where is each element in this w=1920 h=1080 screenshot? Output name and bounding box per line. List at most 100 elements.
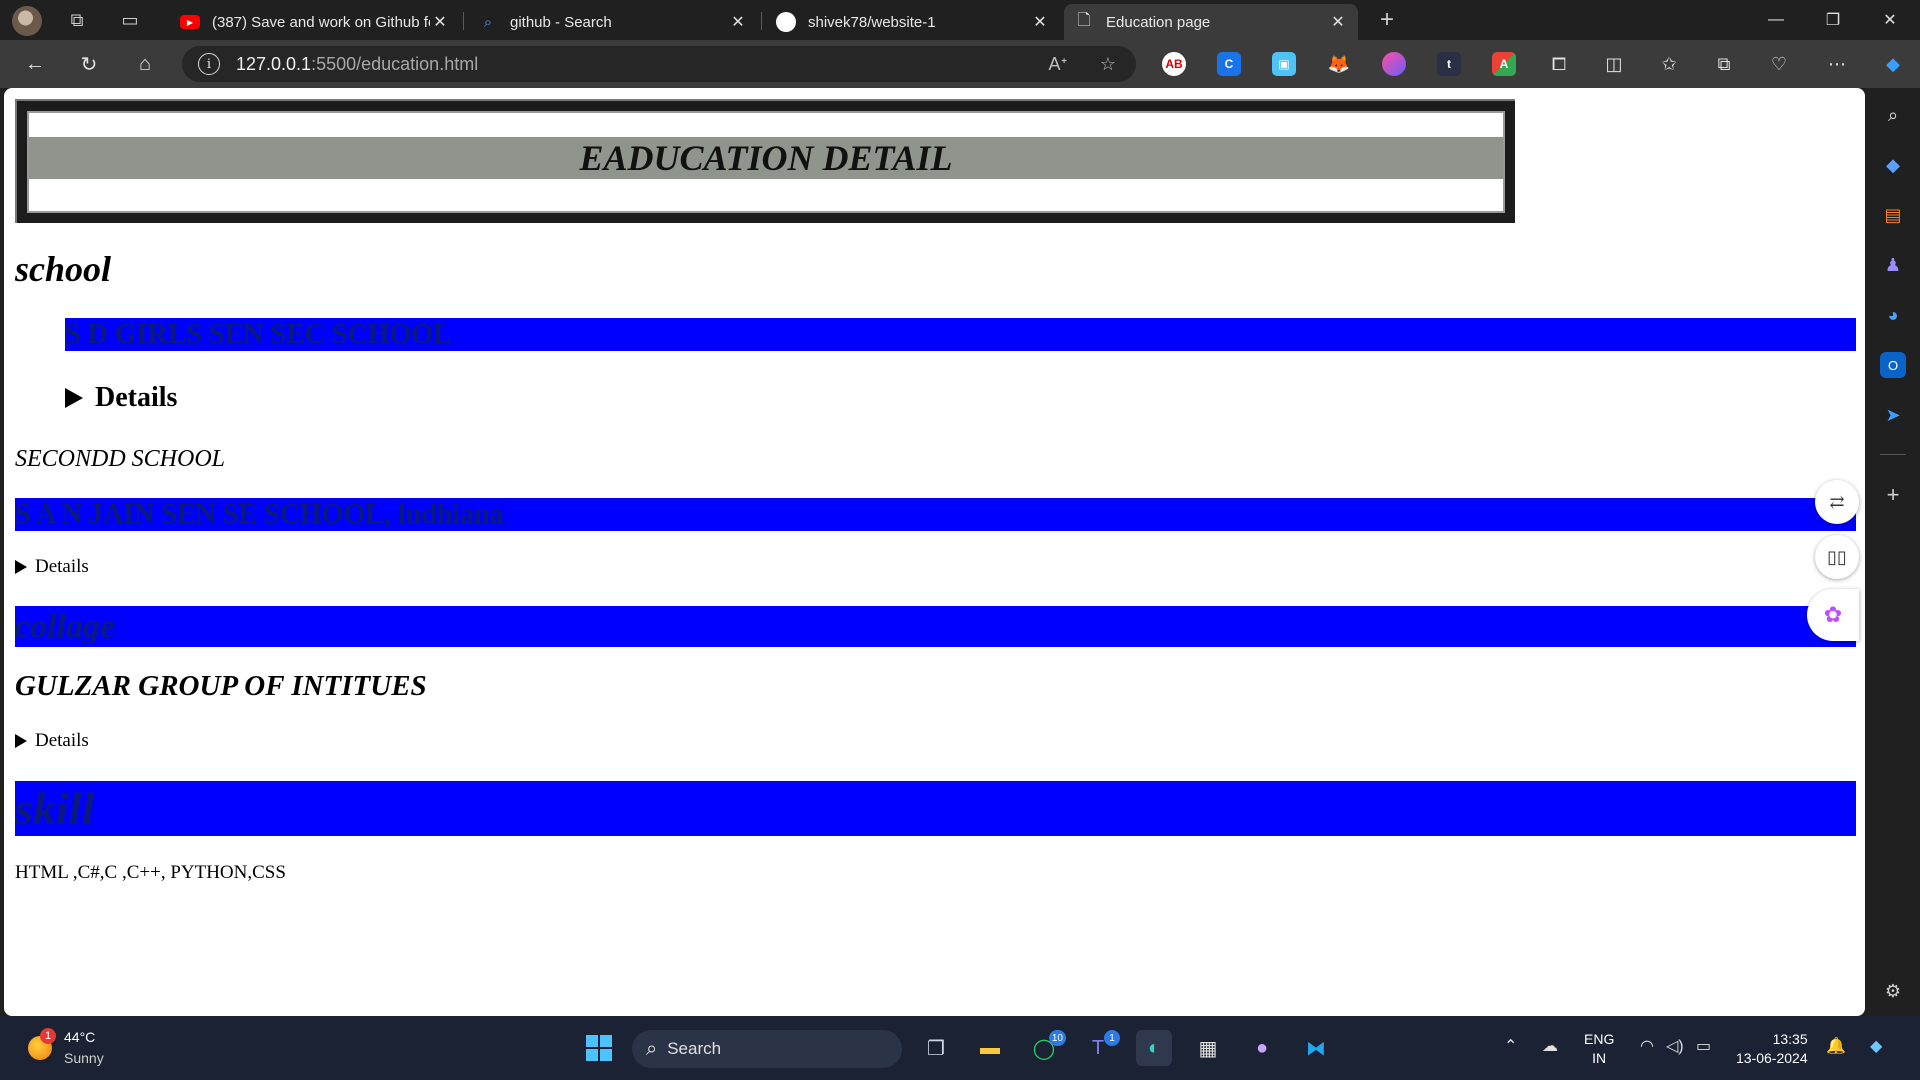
sidebar-outlook-icon[interactable]: O (1880, 352, 1906, 378)
translate-page-icon[interactable]: ⇄ (1815, 480, 1859, 524)
school-name-bar: S D GIRLS SEN SEC SCHOOL (65, 318, 1856, 351)
page-title: EADUCATION DETAIL (579, 138, 953, 178)
sidebar-games-icon[interactable]: ♟ (1880, 252, 1906, 278)
brain-assistant-icon[interactable]: ✿ (1807, 589, 1859, 641)
start-button[interactable] (581, 1030, 617, 1066)
split-screen-icon[interactable]: ◫ (1597, 48, 1631, 80)
translate-extension-icon[interactable]: A (1492, 52, 1516, 76)
github-desktop-icon[interactable]: ● (1244, 1030, 1280, 1066)
details-toggle-school[interactable]: Details (65, 382, 177, 414)
weather-temperature[interactable]: 44°C (64, 1029, 95, 1045)
teams-badge: 1 (1104, 1030, 1120, 1046)
address-bar[interactable]: i 127.0.0.1:5500/education.html (182, 46, 1136, 82)
favorites-icon[interactable]: ✩ (1652, 48, 1686, 80)
details-label: Details (35, 730, 89, 751)
details-toggle-college[interactable]: Details (15, 730, 89, 752)
screenshot-extension-icon[interactable]: ▣ (1272, 52, 1296, 76)
back-icon[interactable]: ← (18, 48, 52, 80)
sidebar-tools-icon[interactable]: ▤ (1880, 202, 1906, 228)
teams-icon[interactable]: T1 (1080, 1030, 1120, 1066)
tab-github-search[interactable]: ⌕ github - Search ✕ (468, 4, 758, 40)
taskbar-search[interactable]: ⌕ Search (632, 1030, 902, 1068)
show-hidden-icons[interactable]: ⌃ (1504, 1036, 1517, 1056)
close-icon[interactable]: ✕ (1030, 12, 1050, 32)
sidebar-shopping-icon[interactable]: ◆ (1880, 152, 1906, 178)
title-banner: EADUCATION DETAIL (15, 99, 1515, 223)
close-icon[interactable]: ✕ (1328, 12, 1348, 32)
restore-icon[interactable]: ❐ (1805, 0, 1861, 40)
weather-badge: 1 (40, 1028, 56, 1044)
sidebar-search-icon[interactable]: ⌕ (1880, 102, 1906, 128)
favorite-star-icon[interactable]: ☆ (1092, 48, 1124, 80)
whatsapp-icon[interactable]: ◯ 10 (1026, 1030, 1066, 1066)
extensions-puzzle-icon[interactable]: ⧠ (1542, 48, 1576, 80)
close-icon[interactable]: ✕ (430, 12, 450, 32)
edge-icon[interactable]: ◐ (1136, 1030, 1172, 1066)
site-info-icon[interactable]: i (198, 53, 220, 75)
brain-extension-icon[interactable] (1382, 52, 1406, 76)
adblock-extension-icon[interactable]: AB (1162, 52, 1186, 76)
onedrive-icon[interactable]: ☁ (1542, 1036, 1558, 1056)
github-icon (776, 12, 796, 32)
skill-heading-bar: skill (15, 781, 1856, 836)
vertical-tabs-icon[interactable]: ▭ (115, 6, 145, 34)
notifications-bell-icon[interactable]: 🔔 (1826, 1036, 1846, 1056)
tab-github-repo[interactable]: shivek78/website-1 ✕ (766, 4, 1060, 40)
windows-taskbar: 1 44°C Sunny ⌕ Search ❐ ▬ ◯ 10 T1 ◐ ▦ ● ⧓… (0, 1016, 1920, 1080)
home-icon[interactable]: ⌂ (128, 48, 162, 80)
read-aloud-icon[interactable]: A͏ᐩ (1042, 48, 1074, 80)
more-menu-icon[interactable]: ⋯ (1820, 48, 1854, 80)
workspaces-icon[interactable]: ⧉ (62, 6, 92, 34)
close-icon[interactable]: ✕ (728, 12, 748, 32)
school-heading: school (15, 249, 112, 289)
language-indicator[interactable]: ENG IN (1584, 1030, 1614, 1068)
wifi-icon[interactable]: ◠ (1640, 1036, 1654, 1056)
clock-date: 13-06-2024 (1736, 1050, 1808, 1066)
task-view-icon[interactable]: ❐ (918, 1030, 954, 1066)
taskbar-search-label: Search (667, 1039, 722, 1058)
store-icon[interactable]: ▦ (1190, 1030, 1226, 1066)
metamask-extension-icon[interactable]: 🦊 (1327, 52, 1351, 76)
college-heading-bar: collage (15, 606, 1856, 647)
second-school-name: S A N JAIN SEN SE SCHOOL, ludhiana (15, 499, 504, 530)
second-school-bar: S A N JAIN SEN SE SCHOOL, ludhiana (15, 498, 1856, 531)
banner-frame: EADUCATION DETAIL (27, 111, 1505, 213)
details-toggle-second-school[interactable]: Details (15, 556, 89, 578)
tab-divider (463, 12, 464, 30)
refresh-icon[interactable]: ↻ (72, 48, 106, 80)
tab-education-page[interactable]: 🗋 Education page ✕ (1064, 4, 1358, 40)
immersive-reader-icon[interactable]: ▯▯ (1815, 535, 1859, 579)
browser-essentials-icon[interactable]: ♡ (1762, 48, 1796, 80)
sidebar-microsoft365-icon[interactable]: ◕ (1880, 302, 1906, 328)
system-clock[interactable]: 13:35 13-06-2024 (1736, 1030, 1808, 1068)
minimize-icon[interactable]: — (1748, 0, 1804, 40)
volume-icon[interactable]: ◁) (1666, 1036, 1684, 1056)
window-close-icon[interactable]: ✕ (1862, 0, 1918, 40)
school-name: S D GIRLS SEN SEC SCHOOL (65, 319, 452, 350)
sidebar-settings-icon[interactable]: ⚙ (1880, 978, 1906, 1004)
college-name: GULZAR GROUP OF INTITUES (15, 670, 427, 702)
file-explorer-icon[interactable]: ▬ (972, 1030, 1008, 1066)
url-path: :5500/education.html (311, 53, 479, 74)
browser-toolbar: ← ↻ ⌂ i 127.0.0.1:5500/education.html A͏… (0, 40, 1920, 88)
second-school-label: SECONDD SCHOOL (15, 446, 226, 472)
edge-sidebar: ⌕ ◆ ▤ ♟ ◕ O ➤ + ⚙ (1866, 88, 1920, 1016)
c-extension-icon[interactable]: C (1217, 52, 1241, 76)
weather-condition[interactable]: Sunny (64, 1050, 104, 1066)
page-icon: 🗋 (1077, 11, 1091, 29)
sidebar-divider (1880, 454, 1906, 455)
sidebar-drop-icon[interactable]: ➤ (1880, 402, 1906, 428)
battery-icon[interactable]: ▭ (1696, 1036, 1711, 1056)
vscode-icon[interactable]: ⧓ (1298, 1030, 1334, 1066)
tab-youtube[interactable]: ▶ (387) Save and work on Github fo ✕ (170, 4, 460, 40)
college-heading: collage (15, 608, 116, 645)
profile-avatar[interactable] (12, 6, 42, 36)
page-viewport: EADUCATION DETAIL school S D GIRLS SEN S… (4, 88, 1865, 1016)
windows-logo-icon (586, 1035, 612, 1061)
t-extension-icon[interactable]: t (1437, 52, 1461, 76)
copilot-icon[interactable]: ◆ (1876, 48, 1910, 80)
collections-icon[interactable]: ⧉ (1707, 48, 1741, 80)
sidebar-add-icon[interactable]: + (1880, 482, 1906, 508)
copilot-taskbar-icon[interactable]: ◆ (1870, 1036, 1882, 1056)
new-tab-icon[interactable]: + (1372, 6, 1402, 34)
